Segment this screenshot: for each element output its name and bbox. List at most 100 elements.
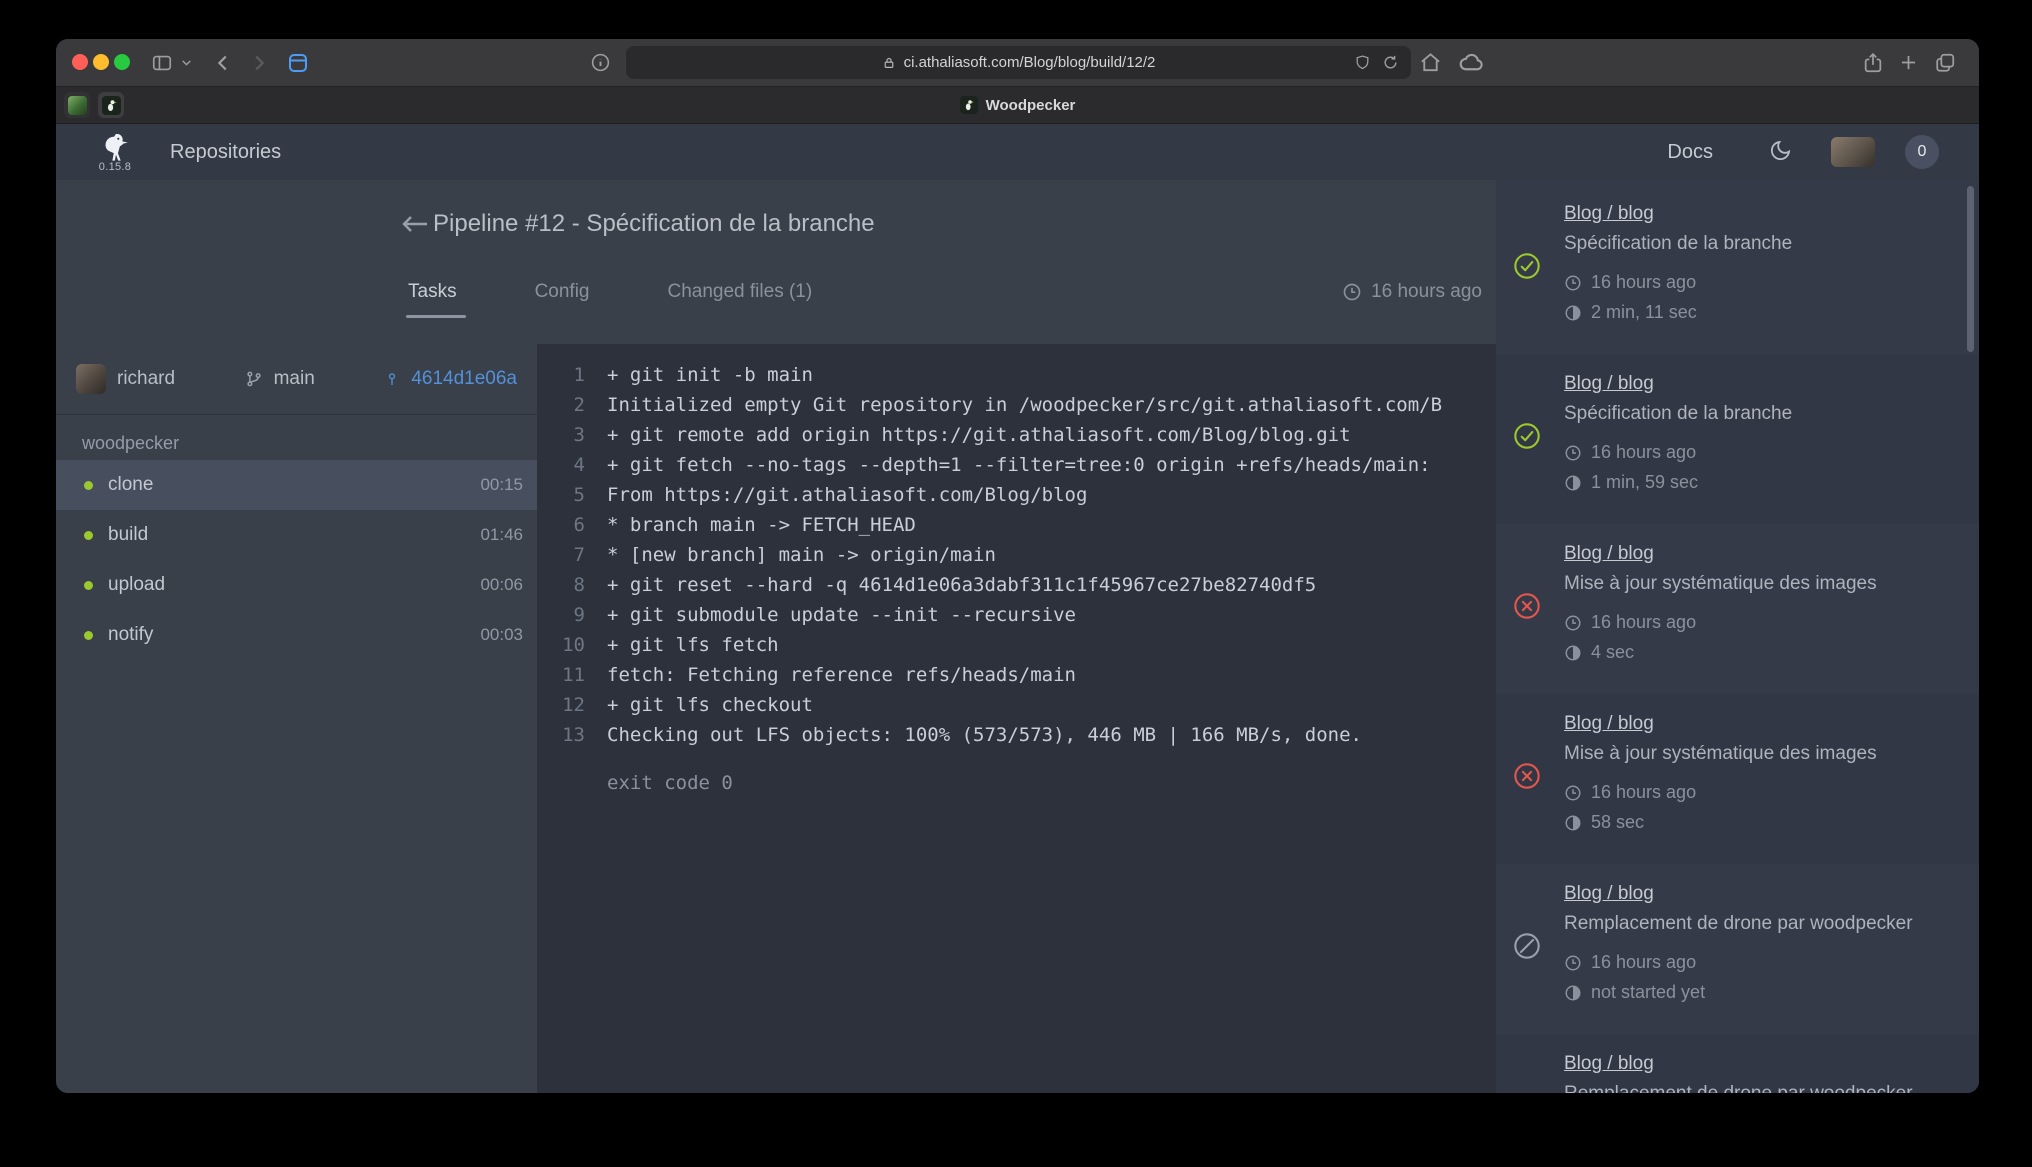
woodpecker-app: 0.15.8 Repositories Docs 0 Pipeline #12 … [56, 124, 1979, 1093]
feed-duration: 58 sec [1564, 812, 1644, 833]
pipeline-feed: Blog / blog Spécification de la branche … [1496, 180, 1979, 1093]
pipeline-panes: richard main 4614d1e06a woodpecke [56, 344, 1496, 1093]
clock-icon [1564, 444, 1582, 462]
pipeline-main: Pipeline #12 - Spécification de la branc… [56, 180, 1496, 1093]
feed-item[interactable]: Blog / blog Spécification de la branche … [1496, 354, 1979, 524]
line-text: * branch main -> FETCH_HEAD [607, 510, 1496, 540]
nav-repositories[interactable]: Repositories [170, 141, 281, 164]
tab-overview-icon[interactable] [1934, 39, 1956, 86]
active-tab-underline [406, 315, 466, 318]
privacy-report-icon[interactable] [590, 39, 611, 86]
pipeline-time: 16 hours ago [1342, 281, 1482, 303]
minimize-window-button[interactable] [93, 54, 109, 70]
pinned-tab-2[interactable] [98, 92, 124, 118]
line-text: Initialized empty Git repository in /woo… [607, 390, 1496, 420]
repo-link[interactable]: Blog / blog [1564, 883, 1654, 905]
feed-when: 16 hours ago [1564, 612, 1696, 633]
feed-duration: 2 min, 11 sec [1564, 302, 1697, 323]
feed-when-label: 16 hours ago [1591, 272, 1696, 293]
start-page-icon[interactable] [286, 39, 310, 86]
author-name: richard [117, 368, 175, 390]
branch-name: main [274, 368, 315, 390]
version-label: 0.15.8 [99, 161, 131, 173]
chevron-down-icon[interactable] [180, 39, 193, 86]
back-arrow-icon[interactable] [400, 212, 430, 241]
line-text: + git submodule update --init --recursiv… [607, 600, 1496, 630]
repo-link[interactable]: Blog / blog [1564, 203, 1654, 225]
feed-when: 16 hours ago [1564, 782, 1696, 803]
failure-x-icon [1513, 762, 1541, 790]
step-name: upload [108, 574, 165, 596]
repo-link[interactable]: Blog / blog [1564, 373, 1654, 395]
close-window-button[interactable] [72, 54, 88, 70]
tab-config[interactable]: Config [535, 281, 590, 303]
step-status-dot [84, 531, 93, 540]
clock-icon [1564, 954, 1582, 972]
log-line: 8 + git reset --hard -q 4614d1e06a3dabf31… [537, 570, 1496, 600]
author-chip: richard [76, 364, 175, 394]
address-bar[interactable]: ci.athaliasoft.com/Blog/blog/build/12/2 [626, 46, 1411, 79]
line-number: 1 [537, 360, 585, 390]
feed-item[interactable]: Blog / blog Spécification de la branche … [1496, 184, 1979, 354]
forward-button[interactable] [248, 39, 270, 86]
app-navbar: 0.15.8 Repositories Docs 0 [56, 124, 1979, 180]
feed-when: 16 hours ago [1564, 952, 1696, 973]
woodpecker-logo[interactable]: 0.15.8 [98, 133, 132, 173]
clock-icon [1564, 614, 1582, 632]
zoom-window-button[interactable] [114, 54, 130, 70]
sidebar-toggle-icon[interactable] [151, 39, 173, 86]
line-text: + git reset --hard -q 4614d1e06a3dabf311… [607, 570, 1496, 600]
new-tab-icon[interactable] [1898, 39, 1919, 86]
tab-changed-files[interactable]: Changed files (1) [668, 281, 813, 303]
success-check-icon [1513, 422, 1541, 450]
woodpecker-favicon [102, 96, 121, 115]
repo-link[interactable]: Blog / blog [1564, 543, 1654, 565]
commit-meta-row: richard main 4614d1e06a [56, 344, 537, 415]
step-row-notify[interactable]: notify 00:03 [56, 610, 537, 660]
cloud-icon[interactable] [1458, 39, 1485, 86]
user-avatar[interactable] [1831, 137, 1875, 167]
commit-sha: 4614d1e06a [411, 368, 517, 390]
duration-icon [1564, 474, 1582, 492]
share-icon[interactable] [1862, 39, 1884, 86]
line-text: fetch: Fetching reference refs/heads/mai… [607, 660, 1496, 690]
dark-mode-toggle-icon[interactable] [1769, 138, 1793, 167]
feed-duration: not started yet [1564, 982, 1705, 1003]
feed-item[interactable]: Blog / blog Mise à jour systématique des… [1496, 694, 1979, 864]
tab-tasks[interactable]: Tasks [408, 281, 457, 303]
step-row-upload[interactable]: upload 00:06 [56, 560, 537, 610]
repo-link[interactable]: Blog / blog [1564, 713, 1654, 735]
step-row-build[interactable]: build 01:46 [56, 510, 537, 560]
active-tab-title: Woodpecker [986, 97, 1076, 114]
pinned-tab-1[interactable] [64, 92, 90, 118]
line-text: Checking out LFS objects: 100% (573/573)… [607, 720, 1496, 750]
step-row-clone[interactable]: clone 00:15 [56, 460, 537, 510]
active-tab[interactable]: Woodpecker [960, 87, 1076, 123]
step-time: 00:15 [480, 475, 523, 495]
feed-duration: 1 min, 59 sec [1564, 472, 1698, 493]
author-avatar [76, 364, 106, 394]
success-check-icon [1513, 252, 1541, 280]
feed-item[interactable]: Blog / blog Remplacement de drone par wo… [1496, 864, 1979, 1034]
log-line: 13Checking out LFS objects: 100% (573/57… [537, 720, 1496, 750]
back-button[interactable] [212, 39, 234, 86]
commit-link[interactable]: 4614d1e06a [384, 368, 517, 390]
not-started-icon [1513, 932, 1541, 960]
feed-item[interactable]: Blog / blog Mise à jour systématique des… [1496, 524, 1979, 694]
line-number: 8 [537, 570, 585, 600]
line-text: + git lfs fetch [607, 630, 1496, 660]
duration-icon [1564, 814, 1582, 832]
feed-scrollbar[interactable] [1967, 186, 1974, 352]
reload-icon[interactable] [1382, 46, 1399, 79]
home-icon[interactable] [1419, 39, 1442, 86]
plant-favicon [68, 96, 87, 115]
extension-badge-icon[interactable] [1354, 46, 1371, 79]
duration-icon [1564, 644, 1582, 662]
nav-docs[interactable]: Docs [1667, 141, 1713, 164]
feed-item[interactable]: Blog / blog Remplacement de drone par wo… [1496, 1034, 1979, 1093]
pipeline-time-label: 16 hours ago [1371, 281, 1482, 303]
log-line: 4+ git fetch --no-tags --depth=1 --filte… [537, 450, 1496, 480]
repo-link[interactable]: Blog / blog [1564, 1053, 1654, 1075]
log-line: 7* [new branch] main -> origin/main [537, 540, 1496, 570]
queue-counter-badge[interactable]: 0 [1905, 135, 1939, 169]
